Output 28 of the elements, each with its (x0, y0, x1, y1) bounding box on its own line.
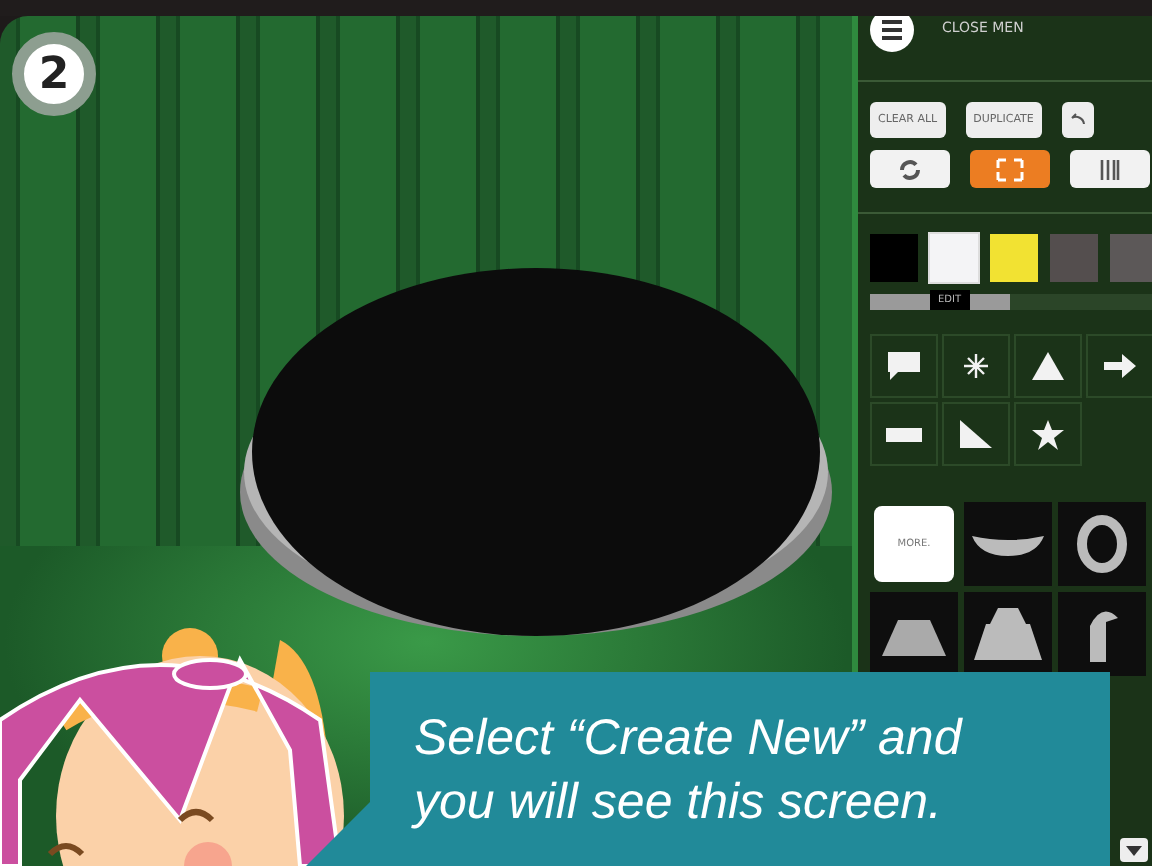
undo-icon (1069, 112, 1086, 124)
step-badge: 2 (12, 32, 96, 116)
star-icon[interactable] (1032, 419, 1064, 449)
undo-button[interactable] (1061, 102, 1094, 138)
bars-icon (1098, 157, 1122, 181)
ring-model-icon[interactable] (1076, 514, 1128, 574)
speech-bubble-icon[interactable] (888, 352, 920, 380)
color-swatch[interactable] (990, 234, 1038, 282)
color-swatch[interactable] (870, 234, 918, 282)
callout-text: Select “Create New” and you will see this screen. (414, 707, 965, 833)
rectangle-icon[interactable] (886, 427, 922, 441)
menu-icon[interactable] (870, 16, 914, 52)
transform-tool-button[interactable] (970, 150, 1050, 188)
transform-tool-button[interactable] (1070, 150, 1150, 188)
triangle-icon[interactable] (1032, 352, 1064, 380)
move-icon (996, 157, 1024, 181)
color-swatch[interactable] (930, 234, 978, 282)
right-triangle-icon[interactable] (960, 420, 992, 448)
scroll-down-button[interactable] (1120, 838, 1148, 862)
tiered-model-icon[interactable] (974, 608, 1042, 660)
transform-tool-button[interactable] (870, 150, 950, 188)
color-swatch[interactable] (1050, 234, 1098, 282)
dish-model-icon[interactable] (972, 532, 1044, 556)
arrow-icon[interactable] (1104, 354, 1136, 378)
starburst-icon[interactable] (964, 354, 988, 378)
color-swatch[interactable] (1110, 234, 1152, 282)
caret-icon (1126, 845, 1142, 855)
rotate-icon (898, 157, 922, 181)
